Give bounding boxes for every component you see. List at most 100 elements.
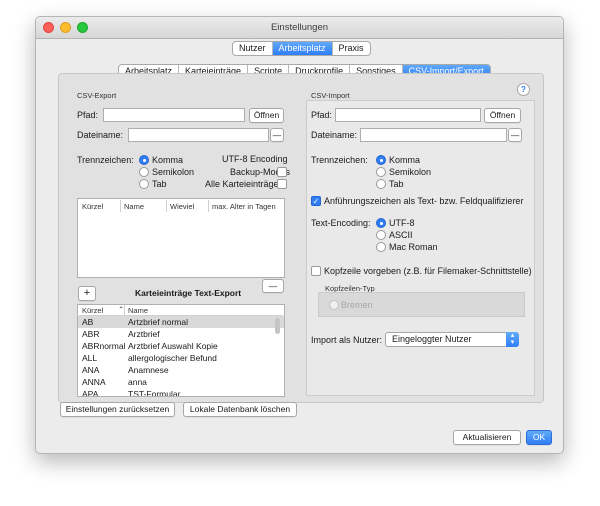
import-radio-komma-label: Komma [389, 155, 421, 165]
list-item-name: Anamnese [128, 365, 169, 375]
title-bar: Einstellungen [36, 17, 563, 39]
import-filename-minus-button[interactable]: — [508, 128, 522, 142]
list-item-code: ABR [82, 329, 100, 339]
import-quote-label: Anführungszeichen als Text- bzw. Feldqua… [324, 196, 524, 206]
export-radio-komma[interactable] [139, 155, 149, 165]
import-path-label: Pfad: [311, 110, 333, 120]
list-item[interactable]: ABR Arztbrief [78, 328, 284, 340]
export-table-minus-button[interactable]: — [262, 279, 284, 293]
list-item-name: TST-Formular [128, 389, 181, 397]
column-divider [124, 305, 125, 315]
export-list-plus-button[interactable]: + [78, 286, 96, 301]
export-radio-semikolon[interactable] [139, 167, 149, 177]
import-quote-checkbox[interactable]: ✓ [311, 196, 321, 206]
list-item[interactable]: ANNA anna [78, 376, 284, 388]
list-item-code: APA [82, 389, 99, 397]
export-all-entries-checkbox[interactable] [277, 179, 287, 189]
import-radio-bremen-label: Bremen [341, 300, 373, 310]
export-filename-label: Dateiname: [77, 130, 124, 140]
import-radio-ascii-label: ASCII [389, 230, 413, 240]
tab-praxis[interactable]: Praxis [333, 42, 370, 55]
column-divider [208, 200, 209, 212]
export-table-header-name: Name [124, 202, 145, 211]
import-open-button[interactable]: Öffnen [484, 108, 521, 123]
tab-nutzer[interactable]: Nutzer [233, 42, 273, 55]
export-path-label: Pfad: [77, 110, 99, 120]
import-filename-label: Dateiname: [311, 130, 358, 140]
list-item-name: anna [128, 377, 147, 387]
import-encoding-label: Text-Encoding: [311, 218, 371, 228]
import-radio-semikolon-label: Semikolon [389, 167, 432, 177]
list-scrollbar[interactable] [275, 318, 280, 334]
list-item-name: Artzbrief normal [128, 317, 188, 327]
column-divider [120, 200, 121, 212]
import-radio-komma[interactable] [376, 155, 386, 165]
list-item[interactable]: APA TST-Formular [78, 388, 284, 397]
list-item[interactable]: ABRnormal Arztbrief Auswahl Kopie [78, 340, 284, 352]
import-radio-utf8-label: UTF-8 [389, 218, 415, 228]
list-item-code: ABRnormal [82, 341, 126, 351]
list-item-name: Arztbrief Auswahl Kopie [128, 341, 218, 351]
import-header-label: Kopfzeile vorgeben (z.B. für Filemaker-S… [324, 266, 532, 276]
update-button[interactable]: Aktualisieren [453, 430, 521, 445]
import-as-user-select[interactable]: Eingeloggter Nutzer ▴ ▾ [385, 332, 519, 347]
import-radio-ascii[interactable] [376, 230, 386, 240]
help-button[interactable]: ? [517, 83, 530, 96]
export-filename-input[interactable] [128, 128, 269, 142]
chevron-updown-icon: ▴ ▾ [506, 332, 519, 347]
list-item[interactable]: ALL allergologischer Befund [78, 352, 284, 364]
export-radio-semikolon-label: Semikolon [152, 167, 195, 177]
export-table-header-max-alter: max. Alter in Tagen [212, 202, 276, 211]
import-radio-bremen[interactable] [329, 300, 339, 310]
export-encoding-label: UTF-8 Encoding [222, 154, 288, 164]
main-tab-bar: Nutzer Arbeitsplatz Praxis [232, 41, 371, 56]
export-radio-tab[interactable] [139, 179, 149, 189]
list-item-code: ANA [82, 365, 100, 375]
export-radio-komma-label: Komma [152, 155, 184, 165]
export-backup-checkbox[interactable] [277, 167, 287, 177]
export-table-header-wieviel: Wieviel [170, 202, 195, 211]
export-list-title: Karteieinträge Text-Export [135, 288, 242, 298]
export-path-input[interactable] [103, 108, 245, 122]
list-item-code: ALL [82, 353, 98, 363]
column-divider [166, 200, 167, 212]
export-separator-label: Trennzeichen: [77, 155, 134, 165]
tab-arbeitsplatz[interactable]: Arbeitsplatz [272, 42, 333, 55]
list-item-code: AB [82, 317, 94, 327]
export-radio-tab-label: Tab [152, 179, 167, 189]
list-header-name: Name [128, 306, 149, 315]
import-radio-macroman[interactable] [376, 242, 386, 252]
list-item[interactable]: ANA Anamnese [78, 364, 284, 376]
import-as-user-value: Eingeloggter Nutzer [392, 334, 472, 344]
import-radio-macroman-label: Mac Roman [389, 242, 438, 252]
ok-button[interactable]: OK [526, 430, 552, 445]
export-filename-minus-button[interactable]: — [270, 128, 284, 142]
import-radio-tab[interactable] [376, 179, 386, 189]
import-filename-input[interactable] [360, 128, 507, 142]
import-separator-label: Trennzeichen: [311, 155, 368, 165]
export-section-title: CSV-Export [77, 91, 117, 100]
import-radio-tab-label: Tab [389, 179, 404, 189]
window-title: Einstellungen [270, 22, 329, 33]
list-item-name: Arztbrief [128, 329, 160, 339]
export-open-button[interactable]: Öffnen [249, 108, 284, 123]
csv-tab-panel: ? CSV-Export Pfad: Öffnen Dateiname: — T… [58, 73, 544, 403]
export-all-entries-label: Alle Karteieinträge [205, 179, 279, 189]
export-fields-table[interactable]: Kürzel Name Wieviel max. Alter in Tagen [77, 198, 285, 278]
export-table-header-kuerzel: Kürzel [82, 202, 104, 211]
import-radio-semikolon[interactable] [376, 167, 386, 177]
import-header-type-box: Bremen [318, 292, 525, 317]
import-as-user-label: Import als Nutzer: [311, 335, 383, 345]
list-item-name: allergologischer Befund [128, 353, 217, 363]
preferences-window: Einstellungen Nutzer Arbeitsplatz Praxis… [35, 16, 564, 454]
import-radio-utf8[interactable] [376, 218, 386, 228]
import-section-title: CSV-Import [311, 91, 350, 100]
list-header-kuerzel: Kürzel [82, 306, 104, 315]
list-item[interactable]: AB Artzbrief normal [78, 316, 284, 328]
import-header-checkbox[interactable] [311, 266, 321, 276]
reset-settings-button[interactable]: Einstellungen zurücksetzen [60, 402, 175, 417]
delete-local-database-button[interactable]: Lokale Datenbank löschen [183, 402, 297, 417]
list-item-code: ANNA [82, 377, 106, 387]
import-path-input[interactable] [335, 108, 481, 122]
karteieintraege-list[interactable]: Kürzel ⌃ Name AB Artzbrief normal ABR Arzt… [77, 304, 285, 397]
